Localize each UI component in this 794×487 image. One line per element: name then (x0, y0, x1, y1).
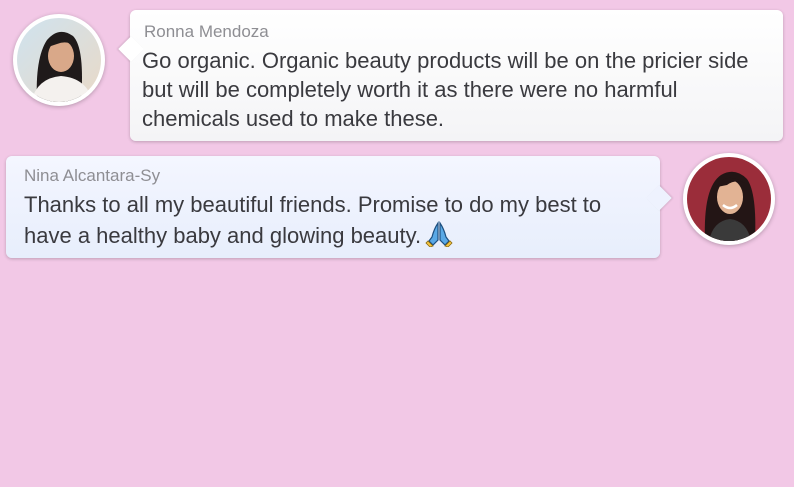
message-text: Go organic. Organic beauty products will… (142, 48, 749, 131)
bubble-tail (646, 185, 672, 211)
avatar[interactable] (683, 153, 775, 245)
message-bubble: Ronna Mendoza Go organic. Organic beauty… (118, 10, 783, 141)
author-name[interactable]: Nina Alcantara-Sy (24, 166, 642, 186)
author-name[interactable]: Ronna Mendoza (142, 22, 771, 42)
message-text: Thanks to all my beautiful friends. Prom… (24, 192, 602, 248)
bubble-tail (118, 36, 144, 62)
folded-hands-icon (425, 219, 453, 254)
message-bubble: Nina Alcantara-Sy Thanks to all my beaut… (6, 156, 672, 258)
avatar-photo-ronna (17, 18, 101, 102)
avatar-photo-nina (687, 157, 771, 241)
avatar[interactable] (13, 14, 105, 106)
message-text-container: Thanks to all my beautiful friends. Prom… (24, 190, 642, 254)
